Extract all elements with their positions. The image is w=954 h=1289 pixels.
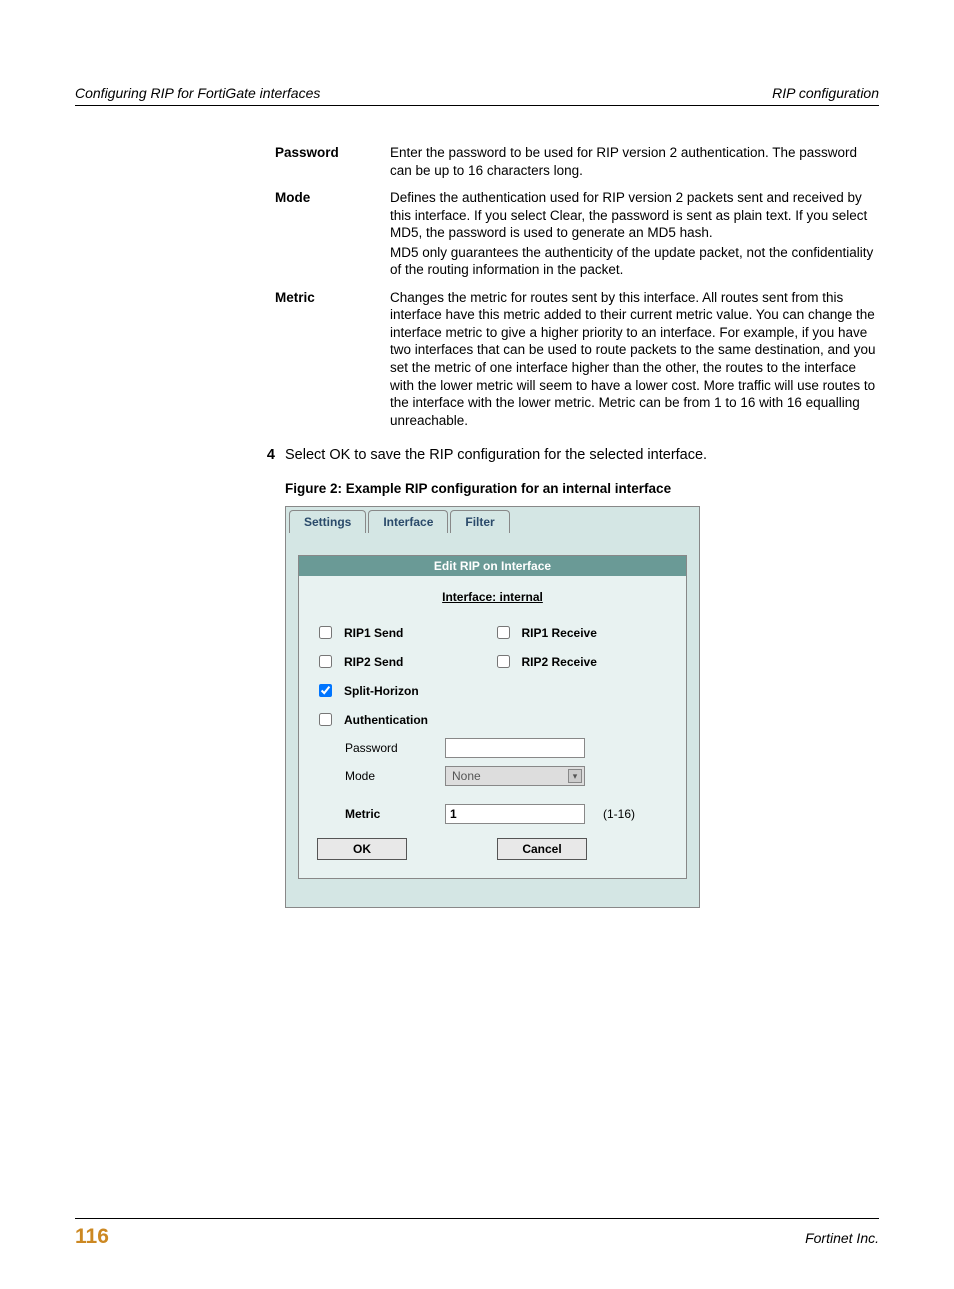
def-desc-metric: Changes the metric for routes sent by th…: [390, 289, 879, 431]
interface-label: Interface: internal: [299, 576, 686, 612]
def-term-metric: Metric: [275, 289, 390, 431]
rip2-receive-checkbox[interactable]: [497, 655, 510, 668]
tab-bar: Settings Interface Filter: [286, 507, 699, 533]
mode-select[interactable]: None ▾: [445, 766, 585, 786]
rip2-send-label: RIP2 Send: [344, 655, 403, 669]
def-desc-password: Enter the password to be used for RIP ve…: [390, 144, 879, 181]
step-4: 4 Select OK to save the RIP configuratio…: [75, 447, 879, 463]
def-term-mode: Mode: [275, 189, 390, 281]
page-header: Configuring RIP for FortiGate interfaces…: [75, 85, 879, 106]
metric-field-label: Metric: [345, 807, 445, 821]
step-number: 4: [235, 447, 275, 463]
tab-filter[interactable]: Filter: [450, 510, 509, 533]
rip1-receive-label: RIP1 Receive: [522, 626, 597, 640]
edit-rip-panel: Edit RIP on Interface Interface: interna…: [298, 555, 687, 879]
header-right: RIP configuration: [772, 85, 879, 101]
header-left: Configuring RIP for FortiGate interfaces: [75, 85, 320, 101]
password-field-label: Password: [345, 741, 445, 755]
mode-select-value: None: [452, 769, 481, 783]
tab-settings[interactable]: Settings: [289, 510, 366, 533]
cancel-button[interactable]: Cancel: [497, 838, 587, 860]
def-desc-mode: Defines the authentication used for RIP …: [390, 189, 879, 281]
split-horizon-label: Split-Horizon: [344, 684, 419, 698]
tab-interface[interactable]: Interface: [368, 510, 448, 533]
rip2-send-checkbox[interactable]: [319, 655, 332, 668]
ok-button[interactable]: OK: [317, 838, 407, 860]
rip2-receive-label: RIP2 Receive: [522, 655, 597, 669]
rip-config-screenshot: Settings Interface Filter Edit RIP on In…: [285, 506, 700, 908]
definition-table: Password Enter the password to be used f…: [275, 144, 879, 431]
def-term-password: Password: [275, 144, 390, 181]
mode-field-label: Mode: [345, 769, 445, 783]
rip1-receive-checkbox[interactable]: [497, 626, 510, 639]
authentication-checkbox[interactable]: [319, 713, 332, 726]
metric-input[interactable]: [445, 804, 585, 824]
step-text: Select OK to save the RIP configuration …: [285, 447, 707, 463]
split-horizon-checkbox[interactable]: [319, 684, 332, 697]
footer-company: Fortinet Inc.: [805, 1230, 879, 1246]
authentication-label: Authentication: [344, 713, 428, 727]
metric-range-hint: (1-16): [603, 807, 635, 821]
page-number: 116: [75, 1225, 109, 1249]
chevron-down-icon: ▾: [568, 769, 582, 783]
rip1-send-checkbox[interactable]: [319, 626, 332, 639]
rip1-send-label: RIP1 Send: [344, 626, 403, 640]
page-footer: 116 Fortinet Inc.: [75, 1218, 879, 1249]
figure-caption: Figure 2: Example RIP configuration for …: [285, 481, 879, 496]
panel-title: Edit RIP on Interface: [299, 556, 686, 576]
password-input[interactable]: [445, 738, 585, 758]
